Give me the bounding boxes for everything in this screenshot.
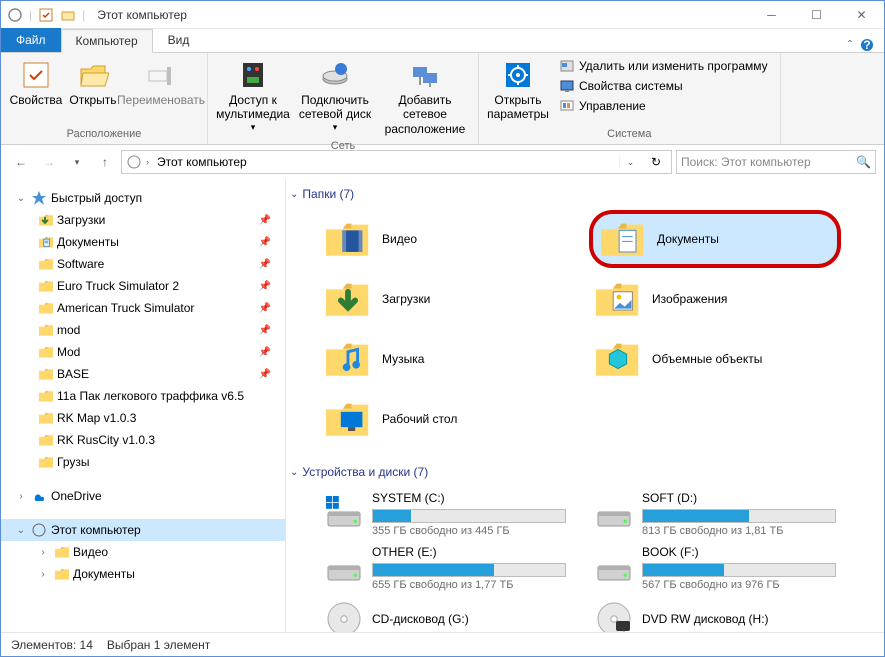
group-label-location: Расположение (67, 126, 142, 142)
back-button[interactable]: ← (9, 150, 33, 174)
properties-button[interactable]: Свойства (7, 55, 65, 109)
svg-text:?: ? (863, 38, 870, 52)
open-button[interactable]: Открыть (67, 55, 119, 109)
titlebar: | | Этот компьютер ─ ☐ ✕ (1, 1, 884, 29)
address-chevron[interactable]: › (146, 157, 149, 167)
status-bar: Элементов: 14 Выбран 1 элемент (1, 632, 884, 656)
close-button[interactable]: ✕ (839, 1, 884, 29)
folder-item[interactable]: Загрузки (320, 271, 570, 327)
media-access-button[interactable]: Доступ к мультимедиа▾ (214, 55, 292, 135)
tree-item[interactable]: ›Документы (1, 563, 285, 585)
ribbon: Свойства Открыть Переименовать Расположе… (1, 53, 884, 145)
tree-item[interactable]: 11a Пак легкового траффика v6.5 (1, 385, 285, 407)
status-selection: Выбран 1 элемент (107, 638, 210, 652)
tree-item[interactable]: Euro Truck Simulator 2📌 (1, 275, 285, 297)
content-pane[interactable]: ⌄Папки (7) Видео Документы Загрузки Изображе… (286, 179, 884, 632)
refresh-button[interactable]: ↻ (645, 155, 667, 169)
tree-item[interactable]: Software📌 (1, 253, 285, 275)
recent-dropdown[interactable]: ▾ (65, 150, 89, 174)
open-settings-button[interactable]: Открыть параметры (485, 55, 551, 124)
tab-file[interactable]: Файл (1, 28, 61, 52)
group-header-drives[interactable]: ⌄Устройства и диски (7) (290, 461, 884, 483)
drive-item[interactable]: SOFT (D:)813 ГБ свободно из 1,81 ТБ (590, 489, 840, 539)
tree-item[interactable]: Загрузки📌 (1, 209, 285, 231)
ribbon-tabs: Файл Компьютер Вид ˆ ? (1, 29, 884, 53)
folder-item[interactable]: Объемные объекты (590, 331, 840, 387)
drive-item[interactable]: SYSTEM (C:)355 ГБ свободно из 445 ГБ (320, 489, 570, 539)
tree-item[interactable]: ›Видео (1, 541, 285, 563)
ribbon-collapse-icon[interactable]: ˆ (848, 38, 852, 52)
folder-item[interactable]: Рабочий стол (320, 391, 570, 447)
tree-item[interactable]: RK Map v1.0.3 (1, 407, 285, 429)
tree-quick-access[interactable]: ⌄Быстрый доступ (1, 187, 285, 209)
group-header-folders[interactable]: ⌄Папки (7) (290, 183, 884, 205)
up-button[interactable]: ↑ (93, 150, 117, 174)
uninstall-button[interactable]: Удалить или изменить программу (557, 57, 770, 75)
drive-item[interactable]: CD-дисковод (G:) (320, 597, 570, 632)
manage-button[interactable]: Управление (557, 97, 770, 115)
search-placeholder: Поиск: Этот компьютер (681, 155, 856, 169)
tree-onedrive[interactable]: ›OneDrive (1, 485, 285, 507)
group-label-system: Система (607, 126, 651, 142)
drive-item[interactable]: BOOK (F:)567 ГБ свободно из 976 ГБ (590, 543, 840, 593)
tab-computer[interactable]: Компьютер (61, 29, 153, 53)
drive-item[interactable]: DVD RW дисковод (H:) (590, 597, 840, 632)
qat-sep: | (82, 8, 85, 22)
drive-item[interactable]: OTHER (E:)655 ГБ свободно из 1,77 ТБ (320, 543, 570, 593)
window-title: Этот компьютер (97, 8, 187, 22)
add-network-button[interactable]: Добавить сетевое расположение (378, 55, 472, 138)
qat-sep: | (29, 8, 32, 22)
search-box[interactable]: Поиск: Этот компьютер 🔍 (676, 150, 876, 174)
tree-item[interactable]: Документы📌 (1, 231, 285, 253)
system-properties-button[interactable]: Свойства системы (557, 77, 770, 95)
tree-thispc[interactable]: ⌄Этот компьютер (1, 519, 285, 541)
address-segment[interactable]: Этот компьютер (153, 153, 251, 171)
app-icon (7, 7, 23, 23)
tree-item[interactable]: American Truck Simulator📌 (1, 297, 285, 319)
rename-button: Переименовать (121, 55, 201, 109)
pc-icon (126, 154, 142, 170)
tree-item[interactable]: Грузы (1, 451, 285, 473)
tree-item[interactable]: RK RusCity v1.0.3 (1, 429, 285, 451)
forward-button: → (37, 150, 61, 174)
address-bar[interactable]: › Этот компьютер ⌄ ↻ (121, 150, 672, 174)
minimize-button[interactable]: ─ (749, 1, 794, 29)
address-dropdown[interactable]: ⌄ (619, 157, 641, 168)
folder-item[interactable]: Видео (320, 211, 570, 267)
maximize-button[interactable]: ☐ (794, 1, 839, 29)
qat-properties-icon[interactable] (38, 7, 54, 23)
tree-item[interactable]: BASE📌 (1, 363, 285, 385)
qat-newfolder-icon[interactable] (60, 7, 76, 23)
map-drive-button[interactable]: Подключить сетевой диск▾ (294, 55, 376, 135)
folder-item[interactable]: Изображения (590, 271, 840, 327)
folder-item[interactable]: Документы (590, 211, 840, 267)
tab-view[interactable]: Вид (153, 28, 205, 52)
tree-item[interactable]: mod📌 (1, 319, 285, 341)
navbar: ← → ▾ ↑ › Этот компьютер ⌄ ↻ Поиск: Этот… (1, 145, 884, 179)
search-icon[interactable]: 🔍 (856, 155, 871, 169)
help-icon[interactable]: ? (860, 38, 874, 52)
tree-item[interactable]: Mod📌 (1, 341, 285, 363)
nav-tree[interactable]: ⌄Быстрый доступЗагрузки📌Документы📌Softwa… (1, 179, 286, 632)
folder-item[interactable]: Музыка (320, 331, 570, 387)
status-count: Элементов: 14 (11, 638, 93, 652)
